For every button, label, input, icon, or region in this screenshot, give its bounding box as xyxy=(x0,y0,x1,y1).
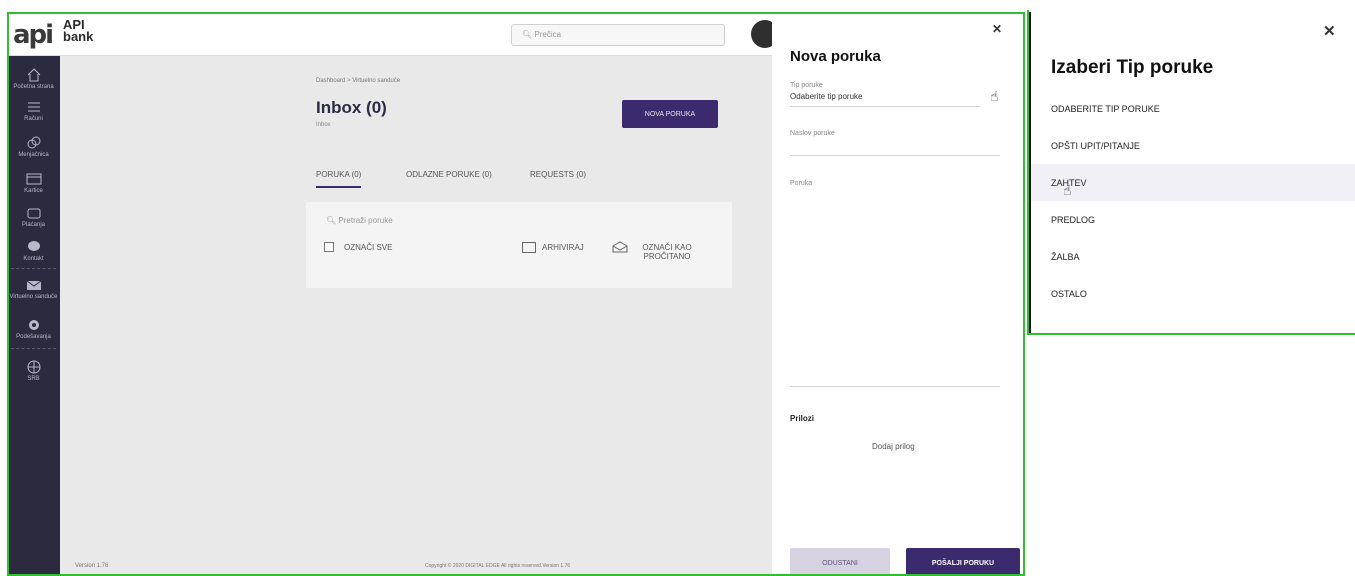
shortcut-search-input[interactable]: 🔍︎ Prečica xyxy=(511,24,725,46)
sidebar-item-label: SRB xyxy=(27,376,40,382)
search-placeholder: Prečica xyxy=(534,30,562,39)
globe-icon xyxy=(27,360,40,374)
sidebar: Početna strana Računi Menjačnica Kartice… xyxy=(7,56,60,576)
sidebar-item-payments[interactable]: Plaćanja xyxy=(7,206,60,228)
dropdown-option[interactable]: ODABERITE TIP PORUKE xyxy=(1031,90,1355,127)
hand-cursor-icon: ☝︎ xyxy=(1063,182,1072,198)
sidebar-item-label: Podešavanja xyxy=(16,334,51,340)
modal-title: Nova poruka xyxy=(790,48,881,65)
home-icon xyxy=(27,68,40,82)
app-root: api API bank 🔍︎ Prečica Početna strana R… xyxy=(0,0,1355,576)
chat-icon xyxy=(27,241,40,251)
sidebar-item-virtual-mailbox[interactable]: Virtuelno sanduče xyxy=(7,278,60,300)
mark-read-button[interactable]: OZNAČI KAO PROČITANO xyxy=(636,243,698,261)
envelope-open-icon[interactable] xyxy=(612,241,628,253)
app-window: api API bank 🔍︎ Prečica Početna strana R… xyxy=(7,12,1025,576)
sidebar-item-exchange[interactable]: Menjačnica xyxy=(7,136,60,158)
gear-icon xyxy=(28,320,39,330)
message-type-dropdown: ✕ Izaberi Tip poruke ODABERITE TIP PORUK… xyxy=(1028,12,1355,334)
tab-outgoing[interactable]: ODLAZNE PORUKE (0) xyxy=(406,170,492,179)
sidebar-item-label: Virtuelno sanduče xyxy=(9,294,58,300)
message-type-label: Tip poruke xyxy=(790,82,823,89)
attachments-label: Prilozi xyxy=(790,414,815,423)
archive-icon[interactable] xyxy=(522,242,536,253)
sidebar-item-label: Računi xyxy=(24,116,43,122)
list-icon xyxy=(27,102,40,112)
select-all-checkbox[interactable] xyxy=(324,242,334,252)
send-message-button[interactable]: POŠALJI PORUKU xyxy=(906,548,1020,576)
mail-icon xyxy=(26,280,41,290)
tab-requests[interactable]: REQUESTS (0) xyxy=(530,170,586,179)
subject-field[interactable]: Naslov poruke xyxy=(790,130,835,137)
message-body-underline xyxy=(790,386,1000,387)
wallet-icon xyxy=(27,208,40,219)
page-title: Inbox (0) xyxy=(316,98,387,117)
message-list-card: 🔍︎ Pretraži poruke OZNAČI SVE ARHIVIRAJ … xyxy=(306,202,732,288)
logo-line-2: bank xyxy=(63,29,94,44)
close-icon[interactable]: ✕ xyxy=(992,22,1002,36)
sidebar-item-accounts[interactable]: Računi xyxy=(7,100,60,122)
dropdown-title: Izaberi Tip poruke xyxy=(1051,57,1214,78)
dropdown-option-hovered[interactable]: ZAHTEV xyxy=(1031,164,1355,201)
footer-copyright: Copyright © 2020 DIGITAL EDGE All rights… xyxy=(425,563,571,569)
search-icon: 🔍︎ xyxy=(522,30,533,39)
sidebar-divider xyxy=(11,348,56,349)
sidebar-item-label: Plaćanja xyxy=(21,222,45,228)
message-body-field[interactable]: Poruka xyxy=(790,180,812,187)
new-message-panel: ✕ Nova poruka Tip poruke Odaberite tip p… xyxy=(772,12,1025,576)
dropdown-option[interactable]: ŽALBA xyxy=(1031,238,1355,275)
footer-version: Version 1.76 xyxy=(75,563,109,569)
breadcrumb: Dashboard > Virtuelno sanduče xyxy=(316,78,401,84)
new-message-button[interactable]: NOVA PORUKA xyxy=(622,100,718,128)
sidebar-item-settings[interactable]: Podešavanja xyxy=(7,318,60,340)
sidebar-item-label: Kartice xyxy=(24,188,43,194)
sidebar-item-language[interactable]: SRB xyxy=(7,360,60,382)
dropdown-option[interactable]: PREDLOG xyxy=(1031,201,1355,238)
dropdown-option[interactable]: OPŠTI UPIT/PITANJE xyxy=(1031,127,1355,164)
message-search-placeholder: Pretraži poruke xyxy=(338,216,393,225)
sidebar-item-label: Početna strana xyxy=(13,84,54,90)
subject-underline xyxy=(790,155,1000,156)
page-subtitle: Inbox xyxy=(316,122,331,128)
select-all-label: OZNAČI SVE xyxy=(344,243,393,252)
card-icon xyxy=(26,173,41,185)
tab-messages[interactable]: PORUKA (0) xyxy=(316,170,362,188)
message-search-input[interactable]: 🔍︎ Pretraži poruke xyxy=(326,216,393,225)
exchange-icon xyxy=(27,136,40,149)
sidebar-item-label: Menjačnica xyxy=(18,152,49,158)
logo-mark: api xyxy=(13,20,54,50)
sidebar-item-home[interactable]: Početna strana xyxy=(7,68,60,90)
search-icon: 🔍︎ xyxy=(326,216,337,225)
sidebar-divider xyxy=(11,268,56,269)
archive-button[interactable]: ARHIVIRAJ xyxy=(542,243,584,252)
logo-text: API bank xyxy=(63,18,94,44)
sidebar-item-label: Kontakt xyxy=(23,256,44,262)
sidebar-item-contact[interactable]: Kontakt xyxy=(7,240,60,262)
hand-cursor-icon: ☝︎ xyxy=(990,88,999,104)
sidebar-item-cards[interactable]: Kartice xyxy=(7,172,60,194)
dropdown-option[interactable]: OSTALO xyxy=(1031,275,1355,312)
cancel-button[interactable]: ODUSTANI xyxy=(790,548,890,576)
close-icon[interactable]: ✕ xyxy=(1323,22,1336,40)
message-type-underline xyxy=(790,106,980,107)
add-attachment-link[interactable]: Dodaj prilog xyxy=(872,442,915,451)
message-type-select[interactable]: Odaberite tip poruke xyxy=(790,92,863,101)
